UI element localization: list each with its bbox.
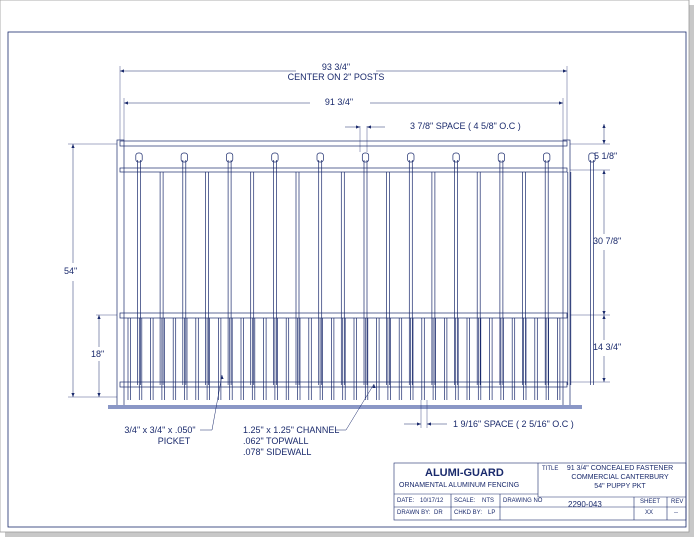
picket-label-callout: PICKET: [157, 436, 191, 446]
sheet-value: XX: [645, 510, 654, 516]
topwall-callout: .062" TOPWALL: [243, 436, 309, 446]
picket-size-callout: 3/4" x 3/4" x .050": [124, 425, 196, 435]
drawing-sheet: 93 3/4" CENTER ON 2" POSTS 91 3/4" 3 7/8…: [0, 0, 700, 550]
overall-height-dimension: 54": [64, 266, 78, 276]
drawing-no-label: DRAWING NO: [503, 498, 543, 504]
overall-width-note: CENTER ON 2" POSTS: [287, 72, 385, 82]
puppy-height-dimension: 18": [91, 349, 105, 359]
bottom-spacing-dimension: 1 9/16" SPACE ( 2 5/16" O.C ): [453, 419, 574, 429]
title-line-3: 54" PUPPY PKT: [594, 483, 646, 490]
scale-label: SCALE:: [454, 498, 476, 504]
drawing-no-value: 2290-043: [568, 500, 602, 509]
ground-line: [108, 405, 582, 409]
company-name: ALUMI-GUARD: [425, 467, 504, 479]
middle-section-dimension: 30 7/8": [593, 236, 622, 246]
date-label: DATE:: [397, 498, 415, 504]
sheet-label: SHEET: [640, 499, 661, 505]
top-spacing-dimension: 3 7/8" SPACE ( 4 5/8" O.C ): [410, 121, 521, 131]
bottom-section-dimension: 14 3/4": [593, 342, 622, 352]
channel-callout: 1.25" x 1.25" CHANNEL: [243, 425, 340, 435]
drawn-by-value: DR: [434, 510, 443, 516]
sidewall-callout: .078" SIDEWALL: [243, 447, 312, 457]
chkd-by-value: LP: [488, 510, 496, 516]
company-subtitle: ORNAMENTAL ALUMINUM FENCING: [399, 482, 520, 489]
drawn-by-label: DRAWN BY:: [397, 510, 431, 516]
date-value: 10/17/12: [420, 498, 444, 504]
chkd-by-label: CHKD BY:: [454, 510, 483, 516]
rev-value: --: [674, 510, 678, 516]
panel-width-dimension: 91 3/4": [324, 97, 354, 107]
rev-label: REV: [671, 499, 684, 505]
title-line-2: COMMERCIAL CANTERBURY: [571, 474, 669, 481]
scale-value: NTS: [482, 498, 494, 504]
title-line-1: 91 3/4" CONCEALED FASTENER: [566, 465, 674, 472]
title-label: TITLE: [542, 466, 559, 472]
top-section-dimension: 5 1/8": [594, 151, 618, 161]
